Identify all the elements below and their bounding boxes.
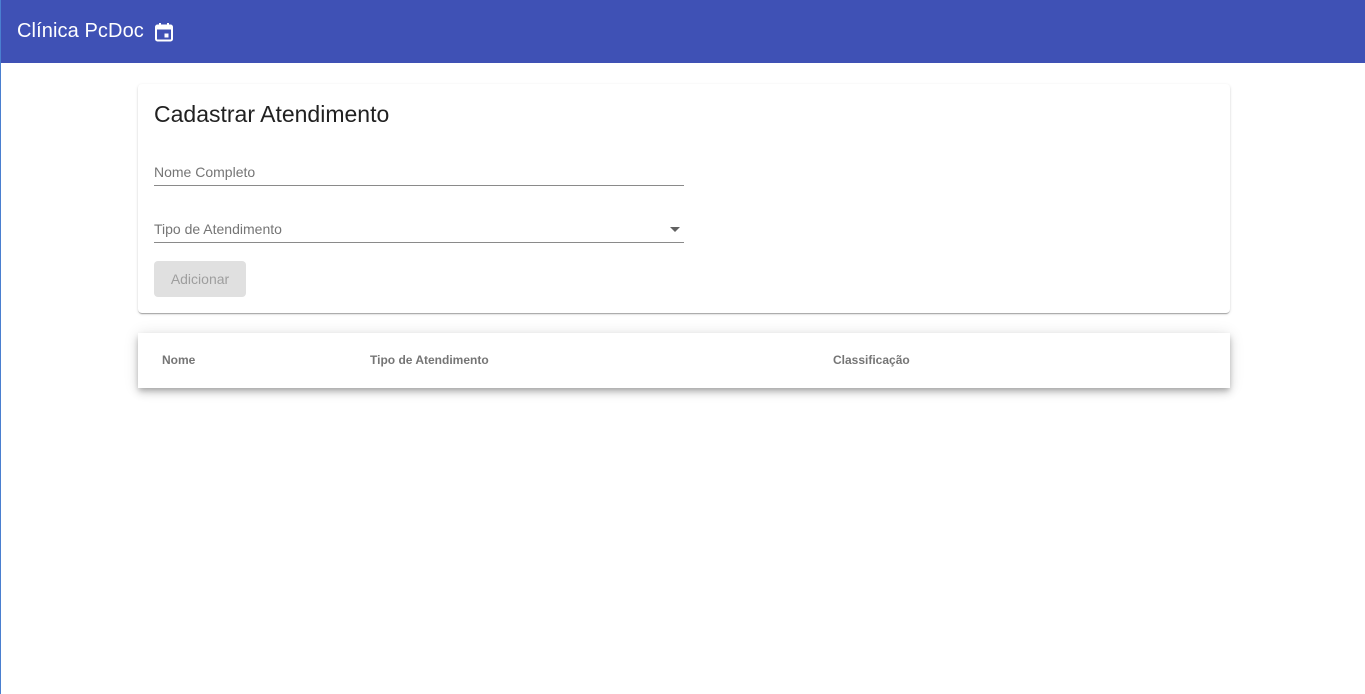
column-header-tipo: Tipo de Atendimento: [370, 353, 489, 367]
column-header-nome: Nome: [162, 353, 196, 367]
calendar-icon: [154, 22, 174, 42]
app-title: Clínica PcDoc: [17, 20, 144, 42]
register-card: Cadastrar Atendimento Nome Completo Tipo…: [138, 84, 1230, 313]
name-input[interactable]: Nome Completo: [154, 158, 684, 186]
dropdown-arrow-icon: [670, 227, 680, 232]
column-header-classificacao: Classificação: [833, 353, 910, 367]
type-placeholder: Tipo de Atendimento: [154, 221, 282, 237]
appointments-table: Nome Tipo de Atendimento Classificação: [138, 333, 1230, 388]
app-toolbar: Clínica PcDoc: [1, 0, 1365, 63]
card-title: Cadastrar Atendimento: [154, 101, 390, 127]
name-placeholder: Nome Completo: [154, 164, 256, 180]
type-select[interactable]: Tipo de Atendimento: [154, 215, 684, 243]
add-button[interactable]: Adicionar: [154, 261, 246, 297]
